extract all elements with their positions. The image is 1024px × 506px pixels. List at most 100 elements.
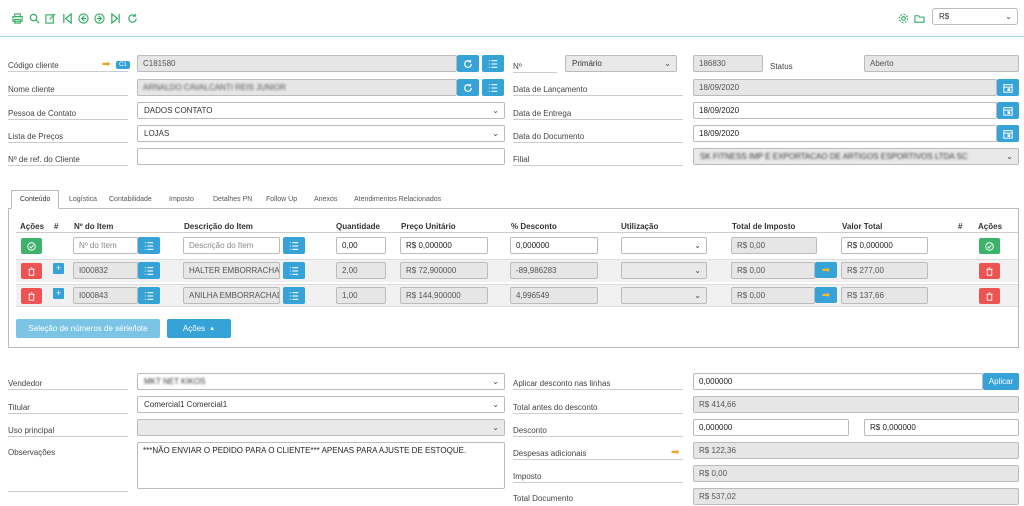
col-num: # (54, 222, 59, 231)
data-documento-input[interactable]: 18/09/2020 (693, 125, 997, 142)
new-desconto-input[interactable]: 0,000000 (510, 237, 598, 254)
row-desc[interactable]: ANILHA EMBORRACHADO (183, 287, 280, 304)
link-arrow-icon[interactable]: ➡ (102, 59, 110, 70)
row-desconto[interactable]: -89,986283 (510, 262, 598, 279)
row-desconto[interactable]: 4,996549 (510, 287, 598, 304)
calendar-icon[interactable] (997, 125, 1019, 142)
tab-conteudo[interactable]: Conteúdo (11, 190, 60, 209)
filial-select[interactable]: SK FITNESS IMP E EXPORTACAO DE ARTIGOS E… (693, 148, 1019, 165)
total-antes-label: Total antes do desconto (513, 403, 683, 414)
refresh-name-button[interactable] (457, 79, 479, 96)
row-total[interactable]: R$ 137,66 (841, 287, 928, 304)
row-utilizacao-select[interactable]: ⌄ (621, 287, 707, 304)
row-item[interactable]: I000843 (73, 287, 138, 304)
aplicar-desconto-input[interactable]: 0,000000 (693, 373, 983, 390)
refresh-icon[interactable] (127, 13, 138, 24)
gear-icon[interactable] (898, 13, 909, 24)
row-utilizacao-select[interactable]: ⌄ (621, 262, 707, 279)
aplicar-button[interactable]: Aplicar (983, 373, 1019, 390)
desconto-label: Desconto (513, 426, 683, 437)
add-row-button[interactable] (21, 238, 42, 254)
desconto-valor-input[interactable]: R$ 0,000000 (864, 419, 1019, 436)
col-utilizacao: Utilização (621, 222, 659, 231)
nome-cliente-input[interactable]: ARNALDO CAVALCANTI REIS JUNIOR (137, 79, 457, 96)
item-list-button[interactable] (138, 237, 160, 254)
list-name-button[interactable] (482, 79, 504, 96)
new-quantidade-input[interactable]: 0,00 (336, 237, 386, 254)
uso-principal-select[interactable]: ⌄ (137, 419, 505, 436)
row-item[interactable]: I000832 (73, 262, 138, 279)
despesas-arrow-icon[interactable]: ➡ (671, 447, 679, 458)
col-item: Nº do Item (74, 222, 114, 231)
numero-input[interactable]: 186830 (693, 55, 763, 72)
titular-select[interactable]: Comercial1 Comercial1 ⌄ (137, 396, 505, 413)
tax-detail-button[interactable]: ➡ (815, 262, 837, 278)
new-item-input[interactable]: Nº do Item (73, 237, 138, 254)
last-icon[interactable] (110, 13, 121, 24)
copy-row-icon[interactable]: + (53, 263, 64, 274)
first-icon[interactable] (62, 13, 73, 24)
currency-select[interactable]: R$ ⌄ (932, 8, 1018, 25)
row-total[interactable]: R$ 277,00 (841, 262, 928, 279)
row-desc[interactable]: HALTER EMBORRACHADO (183, 262, 280, 279)
delete-row-button[interactable] (21, 263, 42, 279)
despesas-label: Despesas adicionais (513, 449, 683, 460)
observacoes-textarea[interactable]: ***NÃO ENVIAR O PEDIDO PARA O CLIENTE***… (137, 442, 505, 489)
tab-contabilidade[interactable]: Contabilidade (101, 190, 160, 209)
desc-list-button[interactable] (283, 287, 305, 304)
row-preco[interactable]: R$ 144,900000 (400, 287, 488, 304)
numero-label: Nº (513, 62, 557, 73)
col-preco: Preço Unitário (401, 222, 456, 231)
row-preco[interactable]: R$ 72,900000 (400, 262, 488, 279)
confirm-row-button[interactable] (979, 238, 1000, 254)
desconto-percent-input[interactable]: 0,000000 (693, 419, 849, 436)
delete-row-button[interactable] (979, 263, 1000, 279)
new-utilizacao-select[interactable]: ⌄ (621, 237, 707, 254)
desc-list-button[interactable] (283, 237, 305, 254)
next-icon[interactable] (94, 13, 105, 24)
tab-anexos[interactable]: Anexos (306, 190, 345, 209)
codigo-cliente-input[interactable]: C181580 (137, 55, 457, 72)
lista-precos-select[interactable]: LOJAS ⌄ (137, 125, 505, 142)
ref-cliente-input[interactable] (137, 148, 505, 165)
tab-atendimentos[interactable]: Atendimentos Relacionados (346, 190, 449, 209)
delete-row-button[interactable] (21, 288, 42, 304)
copy-row-icon[interactable]: + (53, 288, 64, 299)
row-quantidade[interactable]: 1,00 (336, 287, 386, 304)
data-lancamento-label: Data de Lançamento (513, 85, 683, 96)
item-list-button[interactable] (138, 287, 160, 304)
list-client-button[interactable] (482, 55, 504, 72)
data-lancamento-input[interactable]: 18/09/2020 (693, 79, 997, 96)
new-preco-input[interactable]: R$ 0,000000 (400, 237, 488, 254)
pessoa-contato-select[interactable]: DADOS CONTATO ⌄ (137, 102, 505, 119)
col-num2: # (958, 222, 963, 231)
calendar-icon[interactable] (997, 79, 1019, 96)
chevron-down-icon: ⌄ (492, 400, 499, 409)
caret-up-icon: ▲ (209, 325, 216, 332)
new-desc-input[interactable]: Descrição do Item (183, 237, 280, 254)
row-quantidade[interactable]: 2,00 (336, 262, 386, 279)
vendedor-select[interactable]: MKT NET KIKOS ⌄ (137, 373, 505, 390)
tab-logistica[interactable]: Logística (61, 190, 105, 209)
refresh-client-button[interactable] (457, 55, 479, 72)
edit-icon[interactable] (45, 13, 56, 24)
serial-selection-button[interactable]: Seleção de números de série/lote (16, 319, 160, 338)
tab-detalhes-pn[interactable]: Detalhes PN (205, 190, 260, 209)
tab-follow-up[interactable]: Follow Up (258, 190, 305, 209)
tab-imposto[interactable]: Imposto (161, 190, 202, 209)
prev-icon[interactable] (78, 13, 89, 24)
acoes-button[interactable]: Ações ▲ (167, 319, 231, 338)
printer-icon[interactable] (12, 13, 23, 24)
status-label: Status (770, 62, 793, 71)
data-entrega-input[interactable]: 18/09/2020 (693, 102, 997, 119)
folder-icon[interactable] (914, 13, 925, 24)
desc-list-button[interactable] (283, 262, 305, 279)
status-input: Aberto (864, 55, 1019, 72)
search-icon[interactable] (29, 13, 40, 24)
calendar-icon[interactable] (997, 102, 1019, 119)
item-list-button[interactable] (138, 262, 160, 279)
series-select[interactable]: Primário ⌄ (565, 55, 677, 72)
delete-row-button[interactable] (979, 288, 1000, 304)
new-total-input[interactable]: R$ 0,000000 (841, 237, 928, 254)
tax-detail-button[interactable]: ➡ (815, 287, 837, 303)
